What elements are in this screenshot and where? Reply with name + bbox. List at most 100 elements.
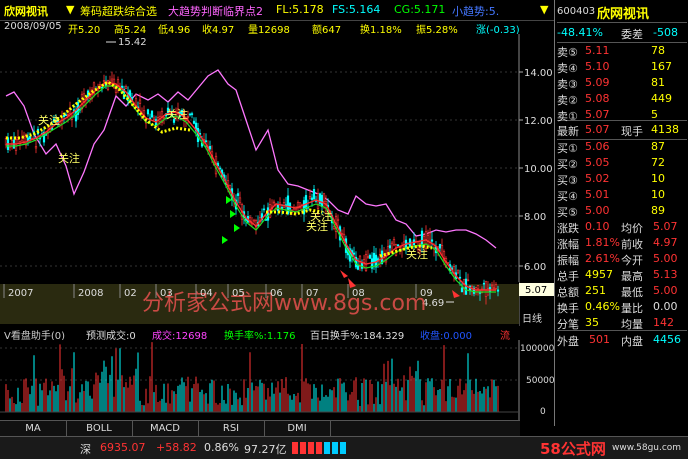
tab-rsi[interactable]: RSI [198, 421, 265, 437]
indicator-tabs: MA BOLL MACD RSI DMI [0, 420, 520, 437]
candle-body [188, 113, 192, 116]
focus-annotation: 关注 [306, 219, 328, 233]
candle-body [110, 78, 114, 82]
market-strength-bars [292, 442, 352, 454]
stat-value: 1.81% [585, 236, 620, 249]
time-axis-label: 2008 [78, 288, 103, 299]
candle-body [190, 113, 194, 115]
stock-name: 欣网视讯 [597, 7, 650, 22]
volume-header-item: V看盘助手(0) [4, 331, 66, 340]
stat-value: 142 [653, 316, 674, 329]
time-axis-label: 02 [124, 288, 137, 299]
price-chart[interactable]: 14.0012.0010.008.006.00 5.07 关注关注关注关注关注关… [0, 34, 554, 326]
quote-date: 2008/09/05 [4, 21, 62, 32]
tab-macd[interactable]: MACD [132, 421, 199, 437]
high-price-marker: 15.42 [118, 37, 147, 48]
price-axis-tick: 12.00 [524, 116, 553, 127]
latest-price: 5.07 [585, 123, 610, 136]
index-pct: 0.86% [204, 441, 239, 454]
index-name[interactable]: 深 [80, 441, 91, 457]
indicator-name[interactable]: 筹码超跌综合选 [80, 3, 157, 19]
current-price-tag: 5.07 [525, 285, 547, 296]
sell-level-label: 卖① [557, 110, 578, 123]
candle-body [28, 136, 32, 140]
time-axis-label: 05 [232, 288, 245, 299]
candle-body [26, 137, 30, 141]
tab-dmi[interactable]: DMI [264, 421, 331, 437]
candle-body [100, 86, 104, 89]
candle-body [496, 289, 500, 292]
quote-amplitude: 振5.28% [416, 25, 458, 34]
candle-body [466, 279, 470, 282]
candle-body [396, 244, 400, 246]
candle-body [440, 245, 444, 255]
current-hand-value: 4138 [651, 123, 679, 136]
buy-volume: 72 [651, 156, 665, 169]
candle-body [150, 110, 154, 118]
candle-body [368, 254, 372, 259]
quote-volume: 量12698 [248, 25, 290, 34]
buy-volume: 10 [651, 188, 665, 201]
candle-body [456, 270, 460, 274]
indicator-param-5: 小趋势:5. [452, 5, 500, 18]
quote-low: 低4.96 [158, 25, 191, 34]
quote-turnover: 换1.18% [360, 25, 402, 34]
buy-price: 5.06 [585, 140, 610, 153]
price-axis-tick: 6.00 [524, 262, 546, 273]
outer-label: 外盘 [557, 335, 579, 348]
candle-body [272, 201, 276, 204]
volume-header-item: 收盘:0.000 [420, 331, 472, 340]
candle-body [286, 195, 290, 215]
stat-label: 分笔 [557, 318, 579, 331]
candle-body [388, 245, 392, 249]
candle-body [492, 287, 496, 289]
candle-body [320, 195, 324, 208]
volume-header-item: 成交:12698 [152, 331, 208, 340]
candle-body [208, 146, 212, 150]
sell-price: 5.10 [585, 60, 610, 73]
volume-axis-label: 50000 [526, 376, 554, 386]
price-axis-tick: 14.00 [524, 68, 553, 79]
sell-price: 5.07 [585, 108, 610, 121]
candle-body [336, 218, 340, 221]
price-axis-tick: 10.00 [524, 164, 553, 175]
buy-price: 5.02 [585, 172, 610, 185]
tab-ma[interactable]: MA [0, 421, 67, 437]
volume-header-item: 换手率%:1.176 [224, 331, 296, 340]
candle-body [362, 259, 366, 263]
stat-value: 5.00 [653, 284, 678, 297]
time-axis-label: 06 [270, 288, 283, 299]
buy-volume: 10 [651, 172, 665, 185]
candle-body [438, 244, 442, 249]
sell-price: 5.11 [585, 44, 610, 57]
scroll-down-icon[interactable]: ▼ [540, 3, 548, 16]
time-axis-label: 2007 [8, 288, 33, 299]
order-diff-label: 委差 [621, 28, 643, 41]
inner-label: 内盘 [621, 335, 643, 348]
time-axis-label: 08 [352, 288, 365, 299]
focus-annotation: 关注 [38, 113, 60, 127]
candle-body [304, 195, 308, 209]
sell-volume: 5 [651, 108, 658, 121]
candle-body [458, 276, 462, 279]
candle-body [352, 252, 356, 255]
dropdown-arrow-icon[interactable]: ▼ [66, 3, 74, 16]
stat-value: 2.61% [585, 252, 620, 265]
tab-boll[interactable]: BOLL [66, 421, 133, 437]
candle-body [276, 204, 280, 212]
buy-volume: 89 [651, 204, 665, 217]
quote-panel: 600403 欣网视讯 委比 -48.41% 委差 -508 最新 5.07 现… [554, 0, 688, 426]
candle-body [430, 239, 434, 242]
volume-chart[interactable]: 100000 50000 0 [0, 340, 554, 420]
candle-body [322, 193, 326, 203]
stat-value: 4957 [585, 268, 613, 281]
time-axis-label: 03 [160, 288, 173, 299]
candle-body [252, 219, 256, 222]
candle-body [482, 282, 486, 285]
buy-volume: 87 [651, 140, 665, 153]
period-label[interactable]: 日线 [522, 312, 542, 325]
candle-body [312, 189, 316, 200]
brand-url: www.58gu.com [612, 443, 682, 453]
quote-change: 涨(-0.33) [476, 25, 520, 34]
candle-body [266, 207, 270, 221]
